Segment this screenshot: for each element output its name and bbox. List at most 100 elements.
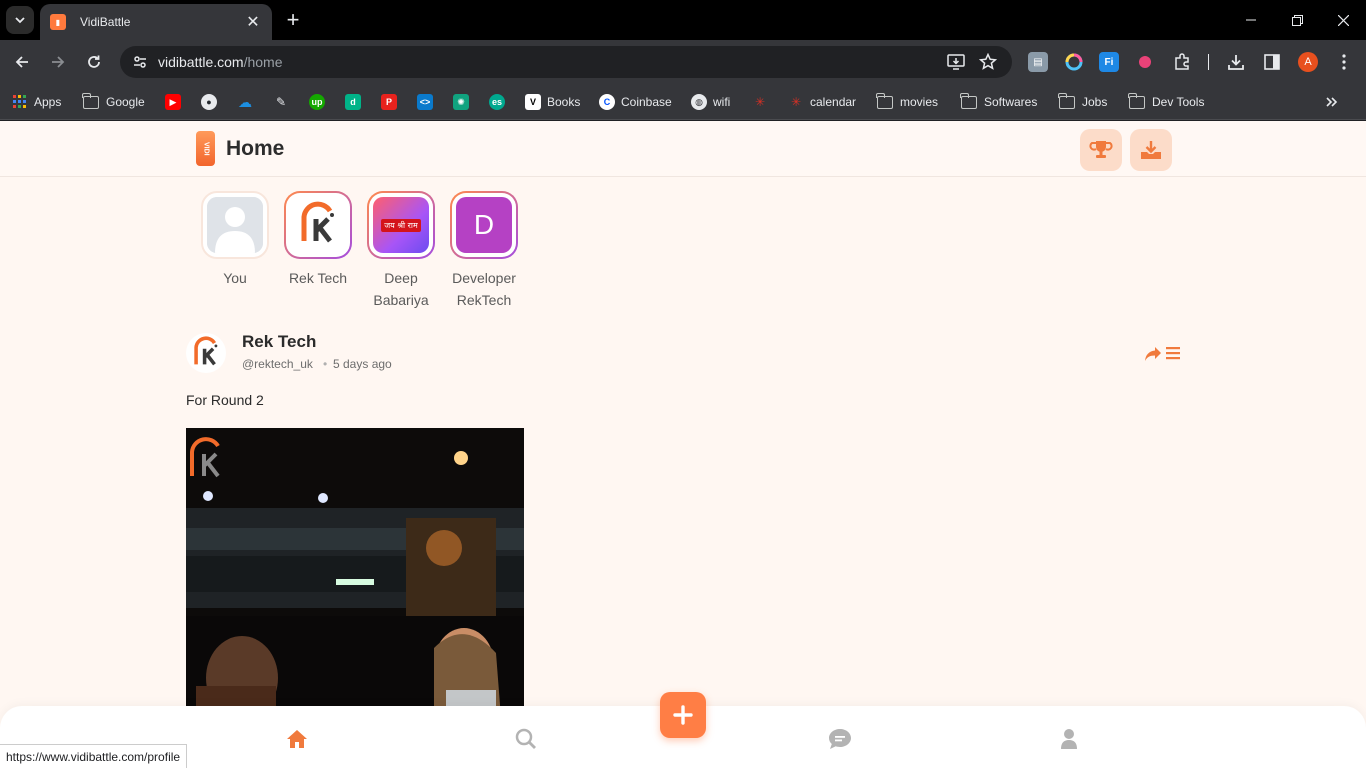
- story-name: Developer RekTech: [452, 270, 516, 308]
- letter-avatar: D: [456, 197, 512, 253]
- back-button[interactable]: [8, 48, 36, 76]
- bookmark-jobs[interactable]: Jobs: [1058, 92, 1107, 112]
- trophy-icon: [1089, 141, 1113, 158]
- bookmark-google[interactable]: Google: [82, 92, 145, 112]
- books-icon: V: [525, 94, 541, 110]
- folder-icon: [82, 92, 99, 109]
- app-header: VIDI Home: [0, 121, 1366, 177]
- bookmark-label: Apps: [34, 95, 62, 109]
- new-tab-button[interactable]: +: [282, 7, 304, 32]
- minimize-button[interactable]: [1228, 0, 1274, 40]
- extension-fi-icon[interactable]: Fi: [1099, 52, 1119, 72]
- extensions-puzzle-icon[interactable]: [1172, 52, 1192, 72]
- site-info-icon[interactable]: [128, 50, 152, 74]
- bookmarks-bar: Apps Google ▶ ● ☁ ✎ up d P <> ✺ es V Boo…: [0, 84, 1366, 120]
- bookmark-es[interactable]: es: [489, 92, 511, 112]
- forward-button[interactable]: [44, 48, 72, 76]
- create-post-button[interactable]: [660, 692, 706, 738]
- chat-bubble-icon: [829, 729, 851, 749]
- bookmark-onedrive[interactable]: ☁: [237, 92, 259, 112]
- vidibattle-logo[interactable]: VIDI: [196, 131, 215, 166]
- post-author-handle[interactable]: @rektech_uk: [242, 357, 313, 371]
- bookmark-star-icon[interactable]: [976, 50, 1000, 74]
- bookmark-movies[interactable]: movies: [876, 92, 938, 112]
- tab-close-icon[interactable]: ✕: [244, 12, 262, 32]
- bookmark-books[interactable]: V Books: [525, 92, 580, 112]
- upwork-icon: up: [309, 94, 325, 110]
- bookmarks-overflow-button[interactable]: [1326, 92, 1338, 112]
- post-author-name[interactable]: Rek Tech: [242, 332, 316, 352]
- chevron-double-right-icon: [1326, 97, 1338, 107]
- install-app-icon[interactable]: [944, 50, 968, 74]
- post-author-avatar[interactable]: [186, 333, 226, 373]
- nav-search-button[interactable]: [513, 726, 539, 752]
- bookmark-softwares[interactable]: Softwares: [960, 92, 1038, 112]
- nav-messages-button[interactable]: [827, 726, 853, 752]
- story-developer-rektech[interactable]: D Developer RekTech: [449, 191, 519, 311]
- share-icon[interactable]: [1144, 346, 1162, 362]
- bookmark-wifi[interactable]: ◍ wifi: [691, 92, 730, 112]
- story-name: You: [223, 270, 247, 286]
- leaderboard-button[interactable]: [1080, 129, 1122, 171]
- bookmark-upwork[interactable]: up: [309, 92, 331, 112]
- close-window-button[interactable]: [1320, 0, 1366, 40]
- bookmark-coinbase[interactable]: C Coinbase: [599, 92, 672, 112]
- bookmark-d[interactable]: d: [345, 92, 367, 112]
- story-ring: जय श्री राम: [367, 191, 435, 259]
- bookmark-youtube[interactable]: ▶: [165, 92, 187, 112]
- rektech-logo-icon: [290, 197, 346, 253]
- bookmark-apps[interactable]: Apps: [12, 92, 61, 112]
- extension-app-icon[interactable]: ▤: [1028, 52, 1048, 72]
- chatgpt-icon: ✺: [453, 94, 469, 110]
- red-app-icon: ✳: [754, 95, 766, 109]
- bookmark-p[interactable]: P: [381, 92, 403, 112]
- browser-toolbar: vidibattle.com/home ▤ Fi A: [0, 40, 1366, 84]
- post-video[interactable]: [186, 428, 524, 718]
- nav-home-button[interactable]: [284, 726, 310, 752]
- bookmark-github[interactable]: ●: [201, 92, 223, 112]
- bookmark-chatgpt[interactable]: ✺: [453, 92, 475, 112]
- bookmark-calendar[interactable]: ✳ calendar: [788, 92, 856, 112]
- story-rek-tech[interactable]: Rek Tech: [283, 191, 353, 289]
- arrow-left-icon: [15, 56, 28, 68]
- extension-pink-icon[interactable]: [1135, 52, 1155, 72]
- download-app-button[interactable]: [1130, 129, 1172, 171]
- github-icon: ●: [201, 94, 217, 110]
- search-icon: [515, 728, 536, 749]
- plus-icon: [673, 705, 693, 725]
- downloads-icon[interactable]: [1226, 52, 1246, 72]
- tab-search-button[interactable]: [6, 6, 34, 34]
- nav-profile-button[interactable]: [1056, 726, 1082, 752]
- bookmark-label: Dev Tools: [1152, 95, 1205, 109]
- active-tab[interactable]: ▮ VidiBattle ✕: [40, 4, 272, 40]
- bookmark-label: Google: [106, 95, 145, 109]
- pen-icon: ✎: [275, 95, 287, 109]
- link-hover-status: https://www.vidibattle.com/profile: [0, 744, 188, 768]
- story-you[interactable]: You: [200, 191, 270, 289]
- globe-icon: ◍: [691, 94, 707, 110]
- side-panel-icon[interactable]: [1262, 52, 1282, 72]
- story-ring: D: [450, 191, 518, 259]
- bookmark-pen[interactable]: ✎: [273, 92, 295, 112]
- bookmark-label: wifi: [713, 95, 731, 109]
- folder-icon: [1128, 92, 1145, 109]
- post-timestamp: 5 days ago: [333, 357, 392, 371]
- kebab-menu-icon[interactable]: [1334, 52, 1354, 72]
- story-name: Deep Babariya: [373, 270, 429, 308]
- folder-icon: [876, 92, 893, 109]
- minimize-icon: [1246, 19, 1256, 21]
- es-icon: es: [489, 94, 505, 110]
- profile-avatar[interactable]: A: [1298, 52, 1318, 72]
- bookmark-red-app[interactable]: ✳: [752, 92, 774, 112]
- story-deep-babariya[interactable]: जय श्री राम Deep Babariya: [366, 191, 436, 311]
- restore-button[interactable]: [1274, 0, 1320, 40]
- reload-button[interactable]: [80, 48, 108, 76]
- p-icon: P: [381, 94, 397, 110]
- bookmark-label: Softwares: [984, 95, 1038, 109]
- post-menu-icon[interactable]: [1166, 346, 1180, 360]
- address-bar[interactable]: vidibattle.com/home: [120, 46, 1012, 78]
- close-icon: [1337, 14, 1349, 26]
- bookmark-vscode[interactable]: <>: [417, 92, 439, 112]
- extension-color-ring-icon[interactable]: [1064, 52, 1084, 72]
- bookmark-dev-tools[interactable]: Dev Tools: [1128, 92, 1205, 112]
